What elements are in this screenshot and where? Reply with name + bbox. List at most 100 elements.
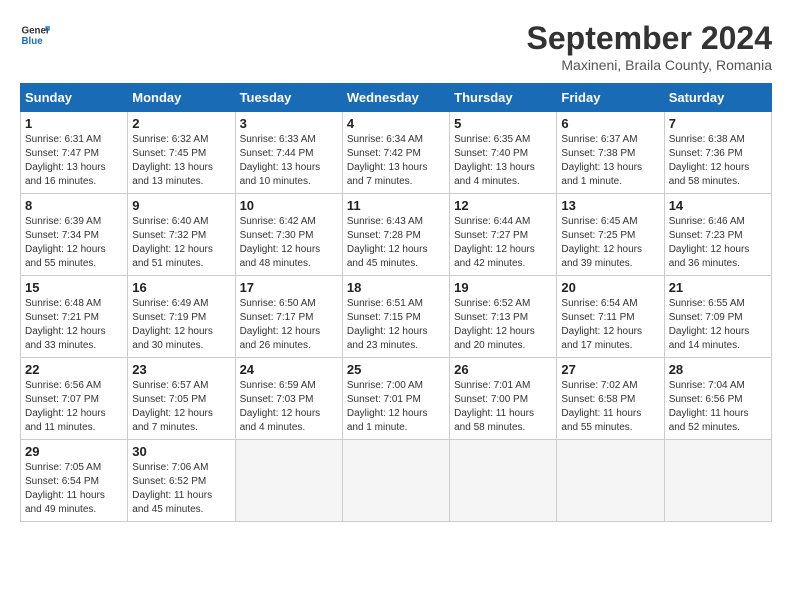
table-row: 5 Sunrise: 6:35 AMSunset: 7:40 PMDayligh… <box>450 112 557 194</box>
logo-icon: General Blue <box>20 20 50 50</box>
page-header: General Blue September 2024 Maxineni, Br… <box>20 20 772 73</box>
day-number: 14 <box>669 198 767 213</box>
day-number: 2 <box>132 116 230 131</box>
day-number: 29 <box>25 444 123 459</box>
day-detail: Sunrise: 6:33 AMSunset: 7:44 PMDaylight:… <box>240 134 321 187</box>
table-row: 25 Sunrise: 7:00 AMSunset: 7:01 PMDaylig… <box>342 358 449 440</box>
calendar-week-row: 15 Sunrise: 6:48 AMSunset: 7:21 PMDaylig… <box>21 276 772 358</box>
day-detail: Sunrise: 6:37 AMSunset: 7:38 PMDaylight:… <box>561 134 642 187</box>
header-thursday: Thursday <box>450 84 557 112</box>
logo: General Blue <box>20 20 50 50</box>
day-number: 30 <box>132 444 230 459</box>
day-number: 18 <box>347 280 445 295</box>
day-number: 11 <box>347 198 445 213</box>
day-number: 8 <box>25 198 123 213</box>
table-row: 1 Sunrise: 6:31 AMSunset: 7:47 PMDayligh… <box>21 112 128 194</box>
day-number: 3 <box>240 116 338 131</box>
day-number: 24 <box>240 362 338 377</box>
header-tuesday: Tuesday <box>235 84 342 112</box>
day-number: 20 <box>561 280 659 295</box>
day-detail: Sunrise: 6:31 AMSunset: 7:47 PMDaylight:… <box>25 134 106 187</box>
calendar-week-row: 8 Sunrise: 6:39 AMSunset: 7:34 PMDayligh… <box>21 194 772 276</box>
day-detail: Sunrise: 6:56 AMSunset: 7:07 PMDaylight:… <box>25 380 106 433</box>
title-area: September 2024 Maxineni, Braila County, … <box>527 20 772 73</box>
header-wednesday: Wednesday <box>342 84 449 112</box>
table-row: 21 Sunrise: 6:55 AMSunset: 7:09 PMDaylig… <box>664 276 771 358</box>
day-detail: Sunrise: 6:45 AMSunset: 7:25 PMDaylight:… <box>561 216 642 269</box>
day-detail: Sunrise: 6:52 AMSunset: 7:13 PMDaylight:… <box>454 298 535 351</box>
table-row: 7 Sunrise: 6:38 AMSunset: 7:36 PMDayligh… <box>664 112 771 194</box>
calendar-week-row: 22 Sunrise: 6:56 AMSunset: 7:07 PMDaylig… <box>21 358 772 440</box>
header-sunday: Sunday <box>21 84 128 112</box>
day-detail: Sunrise: 6:46 AMSunset: 7:23 PMDaylight:… <box>669 216 750 269</box>
calendar-subtitle: Maxineni, Braila County, Romania <box>527 57 772 73</box>
table-row: 15 Sunrise: 6:48 AMSunset: 7:21 PMDaylig… <box>21 276 128 358</box>
day-detail: Sunrise: 6:50 AMSunset: 7:17 PMDaylight:… <box>240 298 321 351</box>
day-detail: Sunrise: 6:42 AMSunset: 7:30 PMDaylight:… <box>240 216 321 269</box>
day-number: 1 <box>25 116 123 131</box>
day-detail: Sunrise: 6:57 AMSunset: 7:05 PMDaylight:… <box>132 380 213 433</box>
day-number: 4 <box>347 116 445 131</box>
day-detail: Sunrise: 6:55 AMSunset: 7:09 PMDaylight:… <box>669 298 750 351</box>
table-row <box>557 440 664 522</box>
table-row: 22 Sunrise: 6:56 AMSunset: 7:07 PMDaylig… <box>21 358 128 440</box>
day-number: 12 <box>454 198 552 213</box>
table-row: 30 Sunrise: 7:06 AMSunset: 6:52 PMDaylig… <box>128 440 235 522</box>
day-number: 17 <box>240 280 338 295</box>
day-detail: Sunrise: 6:51 AMSunset: 7:15 PMDaylight:… <box>347 298 428 351</box>
day-detail: Sunrise: 6:32 AMSunset: 7:45 PMDaylight:… <box>132 134 213 187</box>
day-number: 10 <box>240 198 338 213</box>
day-detail: Sunrise: 7:04 AMSunset: 6:56 PMDaylight:… <box>669 380 749 433</box>
day-number: 28 <box>669 362 767 377</box>
svg-text:Blue: Blue <box>22 36 44 47</box>
day-number: 25 <box>347 362 445 377</box>
table-row: 23 Sunrise: 6:57 AMSunset: 7:05 PMDaylig… <box>128 358 235 440</box>
day-detail: Sunrise: 7:05 AMSunset: 6:54 PMDaylight:… <box>25 462 105 515</box>
weekday-header-row: Sunday Monday Tuesday Wednesday Thursday… <box>21 84 772 112</box>
day-detail: Sunrise: 6:59 AMSunset: 7:03 PMDaylight:… <box>240 380 321 433</box>
table-row: 2 Sunrise: 6:32 AMSunset: 7:45 PMDayligh… <box>128 112 235 194</box>
day-number: 6 <box>561 116 659 131</box>
calendar-table: Sunday Monday Tuesday Wednesday Thursday… <box>20 83 772 522</box>
day-detail: Sunrise: 6:35 AMSunset: 7:40 PMDaylight:… <box>454 134 535 187</box>
day-detail: Sunrise: 6:48 AMSunset: 7:21 PMDaylight:… <box>25 298 106 351</box>
header-saturday: Saturday <box>664 84 771 112</box>
table-row: 9 Sunrise: 6:40 AMSunset: 7:32 PMDayligh… <box>128 194 235 276</box>
day-number: 27 <box>561 362 659 377</box>
table-row: 17 Sunrise: 6:50 AMSunset: 7:17 PMDaylig… <box>235 276 342 358</box>
table-row: 16 Sunrise: 6:49 AMSunset: 7:19 PMDaylig… <box>128 276 235 358</box>
table-row: 12 Sunrise: 6:44 AMSunset: 7:27 PMDaylig… <box>450 194 557 276</box>
table-row <box>450 440 557 522</box>
day-number: 19 <box>454 280 552 295</box>
table-row: 27 Sunrise: 7:02 AMSunset: 6:58 PMDaylig… <box>557 358 664 440</box>
day-detail: Sunrise: 7:00 AMSunset: 7:01 PMDaylight:… <box>347 380 428 433</box>
table-row: 6 Sunrise: 6:37 AMSunset: 7:38 PMDayligh… <box>557 112 664 194</box>
table-row: 4 Sunrise: 6:34 AMSunset: 7:42 PMDayligh… <box>342 112 449 194</box>
day-detail: Sunrise: 6:44 AMSunset: 7:27 PMDaylight:… <box>454 216 535 269</box>
day-number: 26 <box>454 362 552 377</box>
table-row <box>342 440 449 522</box>
table-row: 28 Sunrise: 7:04 AMSunset: 6:56 PMDaylig… <box>664 358 771 440</box>
day-number: 16 <box>132 280 230 295</box>
day-detail: Sunrise: 6:40 AMSunset: 7:32 PMDaylight:… <box>132 216 213 269</box>
day-detail: Sunrise: 6:49 AMSunset: 7:19 PMDaylight:… <box>132 298 213 351</box>
day-detail: Sunrise: 6:54 AMSunset: 7:11 PMDaylight:… <box>561 298 642 351</box>
day-number: 22 <box>25 362 123 377</box>
day-detail: Sunrise: 6:43 AMSunset: 7:28 PMDaylight:… <box>347 216 428 269</box>
day-detail: Sunrise: 7:01 AMSunset: 7:00 PMDaylight:… <box>454 380 534 433</box>
table-row: 19 Sunrise: 6:52 AMSunset: 7:13 PMDaylig… <box>450 276 557 358</box>
calendar-week-row: 29 Sunrise: 7:05 AMSunset: 6:54 PMDaylig… <box>21 440 772 522</box>
day-detail: Sunrise: 7:02 AMSunset: 6:58 PMDaylight:… <box>561 380 641 433</box>
day-number: 21 <box>669 280 767 295</box>
day-number: 9 <box>132 198 230 213</box>
table-row: 10 Sunrise: 6:42 AMSunset: 7:30 PMDaylig… <box>235 194 342 276</box>
day-detail: Sunrise: 6:39 AMSunset: 7:34 PMDaylight:… <box>25 216 106 269</box>
calendar-title: September 2024 <box>527 20 772 57</box>
day-detail: Sunrise: 7:06 AMSunset: 6:52 PMDaylight:… <box>132 462 212 515</box>
table-row <box>235 440 342 522</box>
day-number: 13 <box>561 198 659 213</box>
table-row: 18 Sunrise: 6:51 AMSunset: 7:15 PMDaylig… <box>342 276 449 358</box>
table-row: 24 Sunrise: 6:59 AMSunset: 7:03 PMDaylig… <box>235 358 342 440</box>
day-number: 7 <box>669 116 767 131</box>
table-row: 8 Sunrise: 6:39 AMSunset: 7:34 PMDayligh… <box>21 194 128 276</box>
